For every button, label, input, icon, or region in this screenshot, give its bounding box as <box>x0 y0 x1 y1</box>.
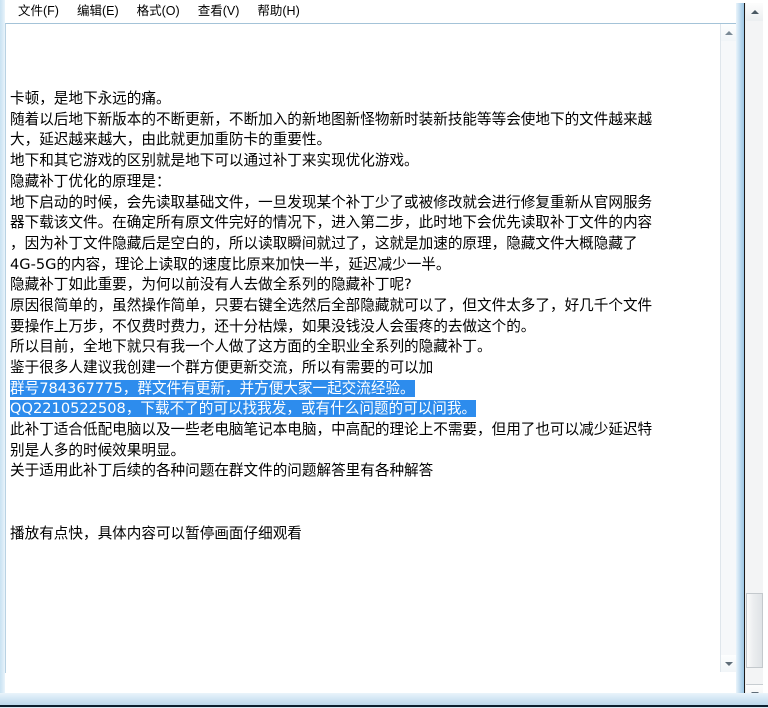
text-line: 要操作上万步，不仅费时费力，还十分枯燥，如果没钱没人会蛋疼的去做这个的。 <box>10 317 536 335</box>
text-line: 此补丁适合低配电脑以及一些老电脑笔记本电脑，中高配的理论上不需要，但用了也可以减… <box>10 421 653 439</box>
menu-bar: 文件(F) 编辑(E) 格式(O) 查看(V) 帮助(H) <box>5 0 744 23</box>
menu-view[interactable]: 查看(V) <box>189 3 249 21</box>
notepad-window: 文件(F) 编辑(E) 格式(O) 查看(V) 帮助(H) 卡顿，是地下永远的痛。随着以… <box>0 0 768 708</box>
window-vertical-scrollbar[interactable] <box>744 3 763 703</box>
text-line: 卡顿，是地下永远的痛。 <box>10 90 171 108</box>
editor-vertical-scrollbar[interactable] <box>720 24 736 672</box>
text-line: 地下启动的时候，会先读取基础文件，一旦发现某个补丁少了或被修改就会进行修复重新从… <box>10 193 653 211</box>
text-line: 大，延迟越来越大，由此就更加重防卡的重要性。 <box>10 131 332 149</box>
window-scrollbar-thumb[interactable] <box>746 593 763 668</box>
text-line: 播放有点快，具体内容可以暂停画面仔细观看 <box>10 524 302 542</box>
editor-scroll-up-button[interactable] <box>721 24 736 41</box>
window-frame-bottom <box>0 693 768 705</box>
text-line: ，因为补丁文件隐藏后是空白的，所以读取瞬间就过了，这就是加速的原理，隐藏文件大概… <box>10 234 638 252</box>
menu-edit[interactable]: 编辑(E) <box>68 3 128 21</box>
menu-help[interactable]: 帮助(H) <box>248 3 308 21</box>
editor-scroll-down-button[interactable] <box>721 655 736 672</box>
notepad-client-area: 卡顿，是地下永远的痛。随着以后地下新版本的不断更新，不断加入的新地图新怪物新时装… <box>5 23 736 673</box>
arrow-down-icon <box>724 661 733 666</box>
text-line: 关于适用此补丁后续的各种问题在群文件的问题解答里有各种解答 <box>10 462 434 480</box>
selected-text: QQ2210522508，下载不了的可以找我发，或有什么问题的可以问我。 <box>10 400 477 418</box>
text-line: 隐藏补丁如此重要，为何以前没有人去做全系列的隐藏补丁呢? <box>10 276 412 294</box>
text-line-selected: QQ2210522508，下载不了的可以找我发，或有什么问题的可以问我。 <box>10 399 718 420</box>
text-line: 别是人多的时候效果明显。 <box>10 441 186 459</box>
text-line: 地下和其它游戏的区别就是地下可以通过补丁来实现优化游戏。 <box>10 152 419 170</box>
editor-scrollbar-track[interactable] <box>721 41 736 655</box>
selected-text: 群号784367775，群文件有更新，并方便大家一起交流经验。 <box>10 379 415 397</box>
text-editor[interactable]: 卡顿，是地下永远的痛。随着以后地下新版本的不断更新，不断加入的新地图新怪物新时装… <box>6 24 720 672</box>
window-frame-right <box>736 3 744 703</box>
text-line: 原因很简单的，虽然操作简单，只要右键全选然后全部隐藏就可以了，但文件太多了，好几… <box>10 296 653 314</box>
arrow-up-icon <box>750 10 759 14</box>
window-scroll-up-button[interactable] <box>746 3 763 21</box>
text-line: 隐藏补丁优化的原理是： <box>10 172 171 190</box>
text-line <box>10 68 718 89</box>
text-line <box>10 48 718 69</box>
menu-format[interactable]: 格式(O) <box>128 3 189 21</box>
text-line <box>10 482 718 503</box>
menu-file[interactable]: 文件(F) <box>9 3 68 21</box>
arrow-up-icon <box>724 30 733 35</box>
text-line: 4G-5G的内容，理论上读取的速度比原来加快一半，延迟减少一半。 <box>10 255 451 273</box>
text-line <box>10 27 718 48</box>
text-line: 所以目前，全地下就只有我一个人做了这方面的全职业全系列的隐藏补丁。 <box>10 338 492 356</box>
text-line: 器下载该文件。在确定所有原文件完好的情况下，进入第二步，此时地下会优先读取补丁文… <box>10 214 653 232</box>
text-line <box>10 503 718 524</box>
text-line: 鉴于很多人建议我创建一个群方便更新交流，所以有需要的可以加 <box>10 359 434 376</box>
text-line: 随着以后地下新版本的不断更新，不断加入的新地图新怪物新时装新技能等等会使地下的文… <box>10 110 653 128</box>
text-line-selected: 群号784367775，群文件有更新，并方便大家一起交流经验。 <box>10 379 718 400</box>
